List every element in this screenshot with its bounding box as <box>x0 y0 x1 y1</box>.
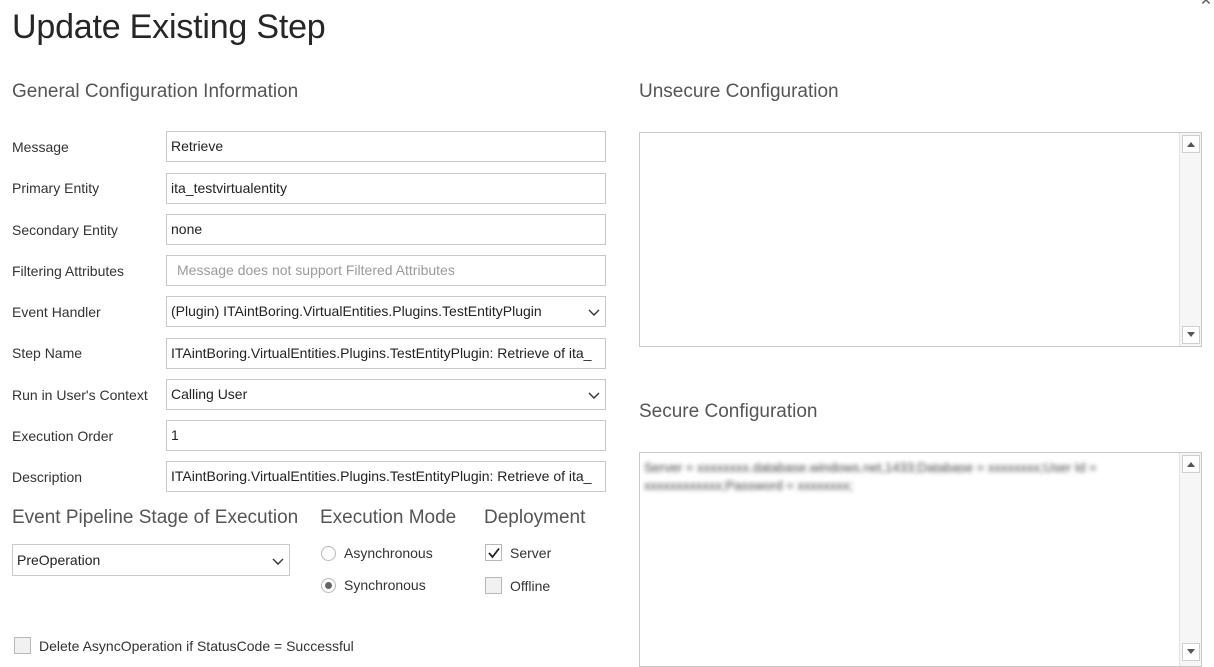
chevron-down-icon <box>272 558 284 565</box>
description-field[interactable]: ITAintBoring.VirtualEntities.Plugins.Tes… <box>166 461 606 492</box>
message-field[interactable]: Retrieve <box>166 131 606 162</box>
arrow-down-icon <box>1187 649 1195 654</box>
async-radio-option[interactable]: Asynchronous <box>321 545 433 561</box>
offline-checkbox-option[interactable]: Offline <box>485 577 550 594</box>
offline-checkbox[interactable] <box>485 577 502 594</box>
filtering-attributes-label: Filtering Attributes <box>12 263 125 279</box>
secure-config-heading: Secure Configuration <box>639 401 818 422</box>
execution-mode-heading: Execution Mode <box>320 507 457 528</box>
general-config-heading: General Configuration Information <box>12 81 299 102</box>
sync-label: Synchronous <box>344 577 426 593</box>
secondary-entity-field[interactable]: none <box>166 214 606 245</box>
offline-label: Offline <box>510 577 551 594</box>
async-radio[interactable] <box>321 545 336 561</box>
server-checkbox-option[interactable]: Server <box>485 544 551 561</box>
deployment-heading: Deployment <box>484 507 586 528</box>
unsecure-config-heading: Unsecure Configuration <box>639 81 839 102</box>
unsecure-config-textarea[interactable] <box>639 132 1202 347</box>
arrow-up-icon <box>1187 142 1195 147</box>
execution-order-field[interactable]: 1 <box>166 420 606 451</box>
event-handler-select[interactable]: (Plugin) ITAintBoring.VirtualEntities.Pl… <box>166 296 606 327</box>
delete-async-checkbox-option[interactable]: Delete AsyncOperation if StatusCode = Su… <box>14 637 354 654</box>
chevron-down-icon <box>588 392 600 399</box>
pipeline-stage-heading: Event Pipeline Stage of Execution <box>12 507 299 528</box>
primary-entity-field[interactable]: ita_testvirtualentity <box>166 173 606 204</box>
event-handler-label: Event Handler <box>12 304 101 320</box>
secure-config-value: Server = xxxxxxxx.database.windows.net,1… <box>644 460 1097 493</box>
server-checkbox[interactable] <box>485 544 502 561</box>
scroll-up-button[interactable] <box>1182 135 1200 153</box>
message-label: Message <box>12 139 69 155</box>
delete-async-checkbox[interactable] <box>14 637 31 654</box>
pipeline-stage-select[interactable]: PreOperation <box>12 544 290 576</box>
scroll-down-button[interactable] <box>1182 643 1200 661</box>
sync-radio-option[interactable]: Synchronous <box>321 577 426 593</box>
run-context-value: Calling User <box>171 386 248 402</box>
async-label: Asynchronous <box>344 545 433 561</box>
checkmark-icon <box>488 547 500 559</box>
scrollbar[interactable] <box>1179 453 1201 666</box>
execution-order-label: Execution Order <box>12 428 114 444</box>
step-name-field[interactable]: ITAintBoring.VirtualEntities.Plugins.Tes… <box>166 338 606 369</box>
step-name-label: Step Name <box>12 345 83 361</box>
arrow-up-icon <box>1187 462 1195 467</box>
scroll-up-button[interactable] <box>1182 455 1200 473</box>
description-label: Description <box>12 469 83 485</box>
server-label: Server <box>510 544 552 561</box>
close-icon[interactable]: ✕ <box>1200 0 1212 7</box>
arrow-down-icon <box>1187 332 1195 337</box>
delete-async-label: Delete AsyncOperation if StatusCode = Su… <box>39 637 354 654</box>
primary-entity-label: Primary Entity <box>12 180 100 196</box>
chevron-down-icon <box>588 309 600 316</box>
dialog-title: Update Existing Step <box>12 8 326 46</box>
filtering-attributes-field[interactable]: Message does not support Filtered Attrib… <box>166 255 606 286</box>
sync-radio[interactable] <box>321 577 336 593</box>
run-context-select[interactable]: Calling User <box>166 379 606 410</box>
scroll-down-button[interactable] <box>1182 326 1200 344</box>
event-handler-value: (Plugin) ITAintBoring.VirtualEntities.Pl… <box>171 303 542 319</box>
run-context-label: Run in User's Context <box>12 387 148 403</box>
secondary-entity-label: Secondary Entity <box>12 222 118 238</box>
scrollbar[interactable] <box>1179 133 1201 346</box>
secure-config-textarea[interactable]: Server = xxxxxxxx.database.windows.net,1… <box>639 452 1202 667</box>
pipeline-stage-value: PreOperation <box>17 552 101 568</box>
